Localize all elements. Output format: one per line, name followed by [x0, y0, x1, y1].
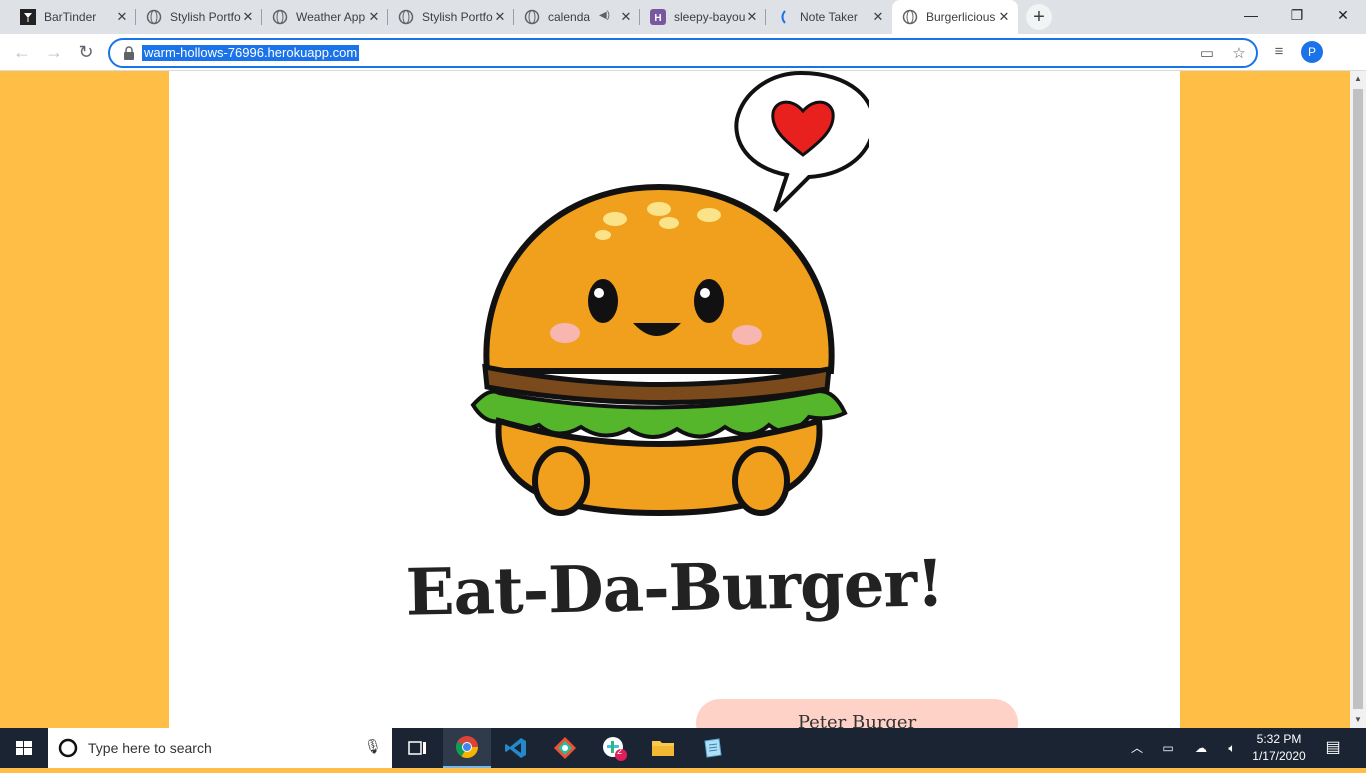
globe-icon — [272, 9, 288, 25]
close-tab-icon[interactable]: ✕ — [870, 9, 886, 25]
scroll-up-arrow-icon[interactable]: ▲ — [1350, 71, 1366, 87]
minimize-icon[interactable]: — — [1228, 0, 1274, 30]
task-view-icon[interactable] — [394, 728, 442, 768]
close-window-icon[interactable]: ✕ — [1320, 0, 1366, 30]
notifications-icon[interactable]: ▤ — [1318, 728, 1348, 768]
tab-title: BarTinder — [44, 10, 97, 24]
file-explorer-taskbar-icon[interactable] — [639, 728, 687, 768]
content-panel: Eat-Da-Burger! Peter Burger — [169, 71, 1180, 728]
clock-date: 1/17/2020 — [1252, 749, 1306, 763]
profile-avatar[interactable]: P — [1301, 41, 1323, 63]
page-title: Eat-Da-Burger! — [405, 546, 944, 631]
tab-burgerlicious[interactable]: Burgerlicious ✕ — [892, 0, 1018, 34]
url-text[interactable]: warm-hollows-76996.herokuapp.com — [142, 45, 360, 61]
burger-mascot-logo — [470, 71, 869, 517]
address-bar[interactable]: warm-hollows-76996.herokuapp.com ▭ ☆ — [108, 38, 1258, 68]
burger-name: Peter Burger — [797, 712, 917, 728]
start-button[interactable] — [0, 728, 48, 768]
taskbar-clock[interactable]: 5:32 PM 1/17/2020 — [1244, 731, 1314, 765]
close-tab-icon[interactable]: ✕ — [744, 9, 760, 25]
globe-icon — [524, 9, 540, 25]
tab-bartinder[interactable]: BarTinder ✕ — [10, 0, 136, 34]
globe-icon — [398, 9, 414, 25]
onedrive-cloud-icon[interactable]: ☁ — [1188, 728, 1214, 768]
media-queue-icon[interactable]: ≡ — [1269, 42, 1289, 62]
scrollbar-thumb[interactable] — [1353, 89, 1363, 709]
notepad-taskbar-icon[interactable] — [688, 728, 736, 768]
battery-icon[interactable]: ▭ — [1156, 728, 1180, 768]
bookmark-star-icon[interactable]: ☆ — [1230, 45, 1248, 63]
cast-icon[interactable]: ▭ — [1198, 45, 1216, 63]
close-tab-icon[interactable]: ✕ — [492, 9, 508, 25]
tab-stylish-portfolio-2[interactable]: Stylish Portfo ✕ — [388, 0, 514, 34]
tab-note-taker[interactable]: Note Taker ✕ — [766, 0, 892, 34]
globe-icon — [146, 9, 162, 25]
scroll-down-arrow-icon[interactable]: ▼ — [1350, 712, 1366, 728]
close-tab-icon[interactable]: ✕ — [114, 9, 130, 25]
tab-title: Stylish Portfo — [422, 10, 493, 24]
svg-text:H: H — [654, 13, 661, 24]
vscode-taskbar-icon[interactable] — [492, 728, 540, 768]
tab-strip: BarTinder ✕ Stylish Portfo ✕ Weather App… — [0, 0, 1366, 34]
tab-title: sleepy-bayou — [674, 10, 746, 24]
lock-icon — [124, 46, 134, 60]
close-tab-icon[interactable]: ✕ — [618, 9, 634, 25]
page-viewport: Eat-Da-Burger! Peter Burger — [0, 71, 1350, 728]
tab-sleepy-bayou[interactable]: H sleepy-bayou ✕ — [640, 0, 766, 34]
speaker-icon[interactable]: ◀︎) — [599, 10, 610, 21]
tab-title: Weather App — [296, 10, 366, 24]
search-placeholder: Type here to search — [88, 740, 212, 756]
forward-arrow-icon[interactable]: → — [40, 38, 68, 66]
close-tab-icon[interactable]: ✕ — [366, 9, 382, 25]
tab-calendar[interactable]: calenda ◀︎) ✕ — [514, 0, 640, 34]
cocktail-icon — [20, 9, 36, 25]
tab-title: Note Taker — [800, 10, 858, 24]
windows-taskbar: Type here to search 🎙︎ 2 ︿ ▭ ☁ 🔈︎ 5:32 P… — [0, 728, 1366, 768]
heroku-icon: H — [650, 9, 666, 25]
chrome-taskbar-icon[interactable] — [443, 728, 491, 768]
maximize-icon[interactable]: ❐ — [1274, 0, 1320, 30]
back-arrow-icon[interactable]: ← — [8, 38, 36, 66]
slack-badge: 2 — [617, 746, 623, 756]
page-scrollbar[interactable]: ▲ ▼ — [1350, 71, 1366, 728]
browser-toolbar: ← → ↻ warm-hollows-76996.herokuapp.com ▭… — [0, 34, 1366, 71]
taskbar-search-box[interactable]: Type here to search 🎙︎ — [48, 728, 392, 768]
note-icon — [776, 9, 792, 25]
tab-title: calenda — [548, 10, 591, 24]
tab-title: Stylish Portfo — [170, 10, 241, 24]
gitkraken-taskbar-icon[interactable] — [541, 728, 589, 768]
reload-icon[interactable]: ↻ — [72, 38, 100, 66]
close-tab-icon[interactable]: ✕ — [240, 9, 256, 25]
burger-list-item[interactable]: Peter Burger — [696, 699, 1018, 728]
slack-taskbar-icon[interactable]: 2 — [590, 728, 638, 768]
volume-muted-icon[interactable]: 🔈︎ — [1220, 728, 1244, 768]
tab-title: Burgerlicious — [926, 10, 996, 24]
clock-time: 5:32 PM — [1256, 732, 1302, 746]
tab-weather-app[interactable]: Weather App ✕ — [262, 0, 388, 34]
new-tab-button[interactable]: + — [1026, 4, 1052, 30]
globe-icon — [902, 9, 918, 25]
windows-logo-icon — [16, 741, 32, 755]
close-tab-icon[interactable]: ✕ — [996, 9, 1012, 25]
microphone-icon[interactable]: 🎙︎ — [364, 738, 382, 755]
show-hidden-icons-chevron-icon[interactable]: ︿ — [1126, 728, 1148, 768]
tab-stylish-portfolio-1[interactable]: Stylish Portfo ✕ — [136, 0, 262, 34]
cortana-circle-icon — [58, 738, 78, 758]
